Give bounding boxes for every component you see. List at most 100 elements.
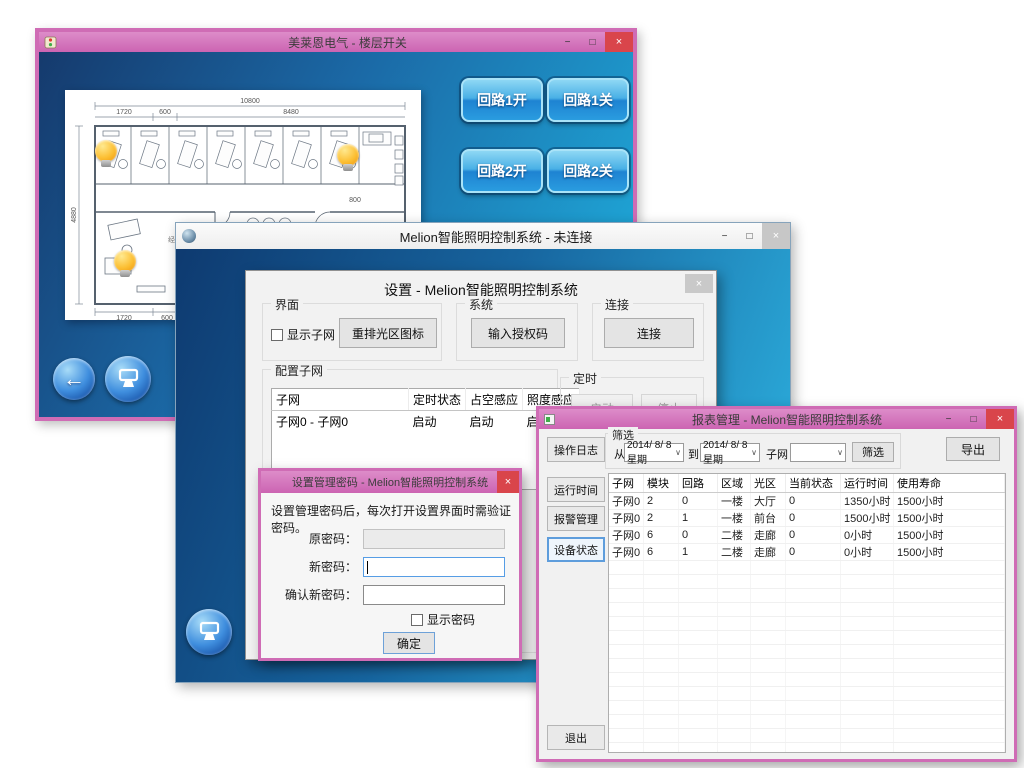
sidebar-item-alarm-management[interactable]: 报警管理 xyxy=(547,506,605,531)
system-group: 系统 输入授权码 xyxy=(456,303,578,361)
close-button[interactable]: × xyxy=(497,471,519,493)
report-window-app-icon xyxy=(544,414,555,425)
minimize-button[interactable]: − xyxy=(555,32,580,52)
column-header[interactable]: 使用寿命 xyxy=(894,474,1005,493)
show-subnet-checkbox[interactable] xyxy=(271,329,283,341)
column-header[interactable]: 运行时间 xyxy=(841,474,894,493)
table-row[interactable]: 子网020一楼大厅01350小时1500小时 xyxy=(609,493,1005,510)
svg-text:8480: 8480 xyxy=(283,109,299,116)
table-cell: 一楼 xyxy=(718,510,751,527)
close-button[interactable]: × xyxy=(986,409,1014,429)
table-cell: 0 xyxy=(786,510,841,527)
show-subnet-row[interactable]: 显示子网 xyxy=(271,326,335,343)
column-header[interactable]: 占空感应 xyxy=(466,389,523,411)
column-header[interactable]: 回路 xyxy=(679,474,718,493)
svg-text:600: 600 xyxy=(161,315,173,320)
column-header[interactable]: 光区 xyxy=(751,474,786,493)
rearrange-zones-button[interactable]: 重排光区图标 xyxy=(339,318,437,348)
show-subnet-label: 显示子网 xyxy=(287,328,335,342)
show-password-checkbox[interactable] xyxy=(411,614,423,626)
back-button[interactable]: ← xyxy=(53,358,95,400)
empty-row xyxy=(609,729,1005,743)
screen-icon xyxy=(197,621,221,643)
table-cell: 前台 xyxy=(751,510,786,527)
column-header[interactable]: 模块 xyxy=(644,474,679,493)
to-label: 到 xyxy=(688,446,699,462)
from-date-select[interactable]: 2014/ 8/ 8 星期 ∨ xyxy=(624,443,684,462)
column-header[interactable]: 当前状态 xyxy=(786,474,841,493)
show-password-row[interactable]: 显示密码 xyxy=(411,611,475,628)
exit-button[interactable]: 退出 xyxy=(547,725,605,750)
empty-row xyxy=(609,561,1005,575)
table-cell: 子网0 xyxy=(609,493,644,510)
ok-button[interactable]: 确定 xyxy=(383,632,435,654)
sidebar-item-device-status[interactable]: 设备状态 xyxy=(547,537,605,562)
circuit2-off-button[interactable]: 回路2关 xyxy=(547,149,629,193)
password-dialog-content: 设置管理密码后，每次打开设置界面时需验证密码。 原密码： 新密码： 确认新密码：… xyxy=(261,493,519,658)
export-button[interactable]: 导出 xyxy=(946,437,1000,461)
confirm-password-field[interactable] xyxy=(363,585,505,605)
back-arrow-icon: ← xyxy=(63,368,85,390)
column-header[interactable]: 定时状态 xyxy=(409,389,466,411)
subnet-select[interactable]: ∨ xyxy=(790,443,846,462)
column-header[interactable]: 子网 xyxy=(609,474,644,493)
desktop: 美莱恩电气 - 楼层开关 − □ × xyxy=(0,0,1024,768)
from-date-value: 2014/ 8/ 8 星期 xyxy=(627,440,673,466)
screen-switch-button[interactable] xyxy=(105,356,151,402)
empty-row xyxy=(609,645,1005,659)
system-group-label: 系统 xyxy=(465,296,497,313)
light-bulb-icon[interactable] xyxy=(114,250,136,272)
interface-group: 界面 显示子网 重排光区图标 xyxy=(262,303,442,361)
sidebar-item-operation-log[interactable]: 操作日志 xyxy=(547,437,605,462)
password-dialog-titlebar[interactable]: 设置管理密码 - Melion智能照明控制系统 × xyxy=(261,471,519,493)
circuit1-on-button[interactable]: 回路1开 xyxy=(461,78,543,122)
table-cell: 启动 xyxy=(409,411,466,433)
table-cell: 0小时 xyxy=(841,544,894,561)
light-bulb-icon[interactable] xyxy=(337,144,359,166)
table-cell: 二楼 xyxy=(718,527,751,544)
circuit1-off-button[interactable]: 回路1关 xyxy=(547,78,629,122)
minimize-button[interactable]: − xyxy=(936,409,961,429)
empty-row xyxy=(609,617,1005,631)
old-password-label: 原密码： xyxy=(261,529,357,549)
floor-window-app-icon xyxy=(44,36,57,49)
filter-button[interactable]: 筛选 xyxy=(852,442,894,462)
close-icon[interactable]: × xyxy=(685,274,713,293)
minimize-button[interactable]: − xyxy=(712,223,737,249)
connect-group-label: 连接 xyxy=(601,296,633,313)
new-password-field[interactable] xyxy=(363,557,505,577)
empty-row xyxy=(609,589,1005,603)
report-window-titlebar[interactable]: 报表管理 - Melion智能照明控制系统 − □ × xyxy=(539,409,1014,429)
sidebar-item-running-time[interactable]: 运行时间 xyxy=(547,477,605,502)
circuit2-on-button[interactable]: 回路2开 xyxy=(461,149,543,193)
maximize-button[interactable]: □ xyxy=(737,223,762,249)
empty-row xyxy=(609,743,1005,754)
column-header[interactable]: 区域 xyxy=(718,474,751,493)
connect-button[interactable]: 连接 xyxy=(604,318,694,348)
maximize-button[interactable]: □ xyxy=(961,409,986,429)
device-status-table[interactable]: 子网模块回路区域光区当前状态运行时间使用寿命子网020一楼大厅01350小时15… xyxy=(609,474,1005,753)
table-row[interactable]: 子网0 - 子网0启动启动启动 xyxy=(272,411,580,433)
table-row[interactable]: 子网060二楼走廊00小时1500小时 xyxy=(609,527,1005,544)
floor-window-titlebar[interactable]: 美莱恩电气 - 楼层开关 − □ × xyxy=(39,32,633,52)
table-cell: 0 xyxy=(786,544,841,561)
light-bulb-icon[interactable] xyxy=(95,140,117,162)
report-window: 报表管理 - Melion智能照明控制系统 − □ × 操作日志 运行时间 报警… xyxy=(536,406,1017,762)
password-dialog-title: 设置管理密码 - Melion智能照明控制系统 xyxy=(261,474,519,490)
auth-code-button[interactable]: 输入授权码 xyxy=(471,318,565,348)
chevron-down-icon: ∨ xyxy=(835,448,845,457)
close-button[interactable]: × xyxy=(762,223,790,249)
maximize-button[interactable]: □ xyxy=(580,32,605,52)
main-window-titlebar[interactable]: Melion智能照明控制系统 - 未连接 − □ × xyxy=(176,223,790,249)
table-cell: 走廊 xyxy=(751,544,786,561)
column-header[interactable]: 子网 xyxy=(272,389,409,411)
screen-switch-button[interactable] xyxy=(186,609,232,655)
table-cell: 一楼 xyxy=(718,493,751,510)
password-dialog: 设置管理密码 - Melion智能照明控制系统 × 设置管理密码后，每次打开设置… xyxy=(258,468,522,661)
table-row[interactable]: 子网021一楼前台01500小时1500小时 xyxy=(609,510,1005,527)
svg-text:4880: 4880 xyxy=(71,207,78,223)
svg-text:800: 800 xyxy=(349,197,361,204)
close-button[interactable]: × xyxy=(605,32,633,52)
to-date-select[interactable]: 2014/ 8/ 8 星期 ∨ xyxy=(700,443,760,462)
table-row[interactable]: 子网061二楼走廊00小时1500小时 xyxy=(609,544,1005,561)
